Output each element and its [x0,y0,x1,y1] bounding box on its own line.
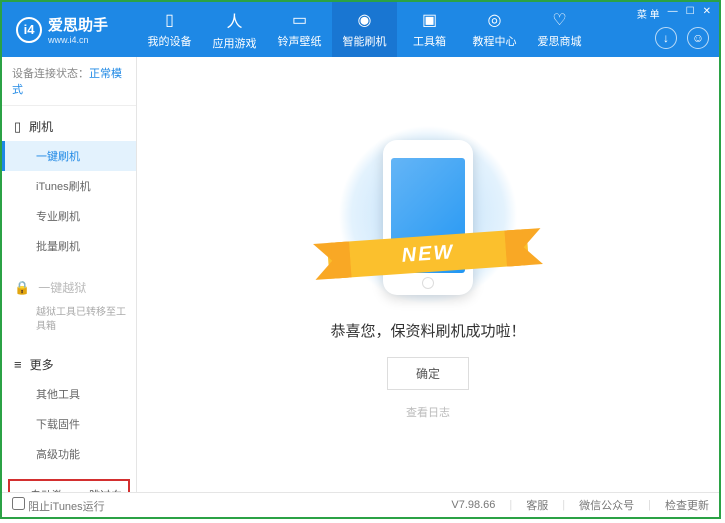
statusbar: 阻止iTunes运行 V7.98.66 | 客服 | 微信公众号 | 检查更新 [2,492,719,517]
menu-button[interactable]: 菜 单 [637,6,660,21]
options-box: 自动激活 跳过向导 [8,479,130,492]
section-jailbreak: 🔒一键越狱 [2,273,136,302]
window-controls: 菜 单 — ☐ ✕ [629,2,719,25]
sidebar-item-oneclick[interactable]: 一键刷机 [2,141,136,171]
book-icon: ◎ [488,10,502,30]
jailbreak-note: 越狱工具已转移至工具箱 [2,302,136,338]
title-right-icons: ↓ ☺ [655,27,709,49]
service-link[interactable]: 客服 [526,497,548,513]
sidebar-item-batch[interactable]: 批量刷机 [2,231,136,261]
nav-ringtones[interactable]: ▭铃声壁纸 [267,2,332,57]
user-icon[interactable]: ☺ [687,27,709,49]
wechat-link[interactable]: 微信公众号 [579,497,634,513]
sidebar-item-other[interactable]: 其他工具 [2,379,136,409]
auto-activate-checkbox[interactable]: 自动激活 [14,487,65,492]
flash-icon: ◉ [358,10,372,30]
toolbox-icon: ▣ [422,10,437,30]
update-link[interactable]: 检查更新 [665,497,709,513]
menu-icon: ≡ [14,357,22,372]
download-icon[interactable]: ↓ [655,27,677,49]
connection-status: 设备连接状态：正常模式 [2,57,136,106]
nav-tutorials[interactable]: ◎教程中心 [462,2,527,57]
minimize-icon[interactable]: — [668,6,678,21]
sidebar: 设备连接状态：正常模式 ▯刷机 一键刷机 iTunes刷机 专业刷机 批量刷机 … [2,57,137,492]
sidebar-item-firmware[interactable]: 下载固件 [2,409,136,439]
nav-flash[interactable]: ◉智能刷机 [332,2,397,57]
titlebar: i4 爱思助手 www.i4.cn ▯我的设备 人应用游戏 ▭铃声壁纸 ◉智能刷… [2,2,719,57]
cart-icon: ♡ [552,10,566,30]
nav: ▯我的设备 人应用游戏 ▭铃声壁纸 ◉智能刷机 ▣工具箱 ◎教程中心 ♡爱思商城 [137,2,592,57]
nav-apps[interactable]: 人应用游戏 [202,2,267,57]
lock-icon: 🔒 [14,280,30,296]
main-content: NEW 恭喜您，保资料刷机成功啦！ 确定 查看日志 [137,57,719,492]
sidebar-item-pro[interactable]: 专业刷机 [2,201,136,231]
section-flash[interactable]: ▯刷机 [2,112,136,141]
view-log-link[interactable]: 查看日志 [406,404,450,420]
success-message: 恭喜您，保资料刷机成功啦！ [330,320,525,341]
nav-my-device[interactable]: ▯我的设备 [137,2,202,57]
nav-store[interactable]: ♡爱思商城 [527,2,592,57]
maximize-icon[interactable]: ☐ [686,6,695,21]
app-url: www.i4.cn [48,35,108,45]
success-illustration: NEW [353,130,503,300]
sidebar-item-itunes[interactable]: iTunes刷机 [2,171,136,201]
version-label: V7.98.66 [451,499,495,511]
apps-icon: 人 [226,8,242,32]
section-more[interactable]: ≡更多 [2,350,136,379]
phone-icon: ▯ [165,10,174,30]
wallpaper-icon: ▭ [292,10,307,30]
skip-guide-checkbox[interactable]: 跳过向导 [73,487,124,492]
logo-icon: i4 [16,17,42,43]
phone-icon: ▯ [14,119,21,135]
app-name: 爱思助手 [48,14,108,35]
ok-button[interactable]: 确定 [387,357,469,390]
close-icon[interactable]: ✕ [703,6,711,21]
sidebar-item-advanced[interactable]: 高级功能 [2,439,136,469]
block-itunes-checkbox[interactable]: 阻止iTunes运行 [12,497,105,514]
logo: i4 爱思助手 www.i4.cn [2,14,137,45]
nav-toolbox[interactable]: ▣工具箱 [397,2,462,57]
